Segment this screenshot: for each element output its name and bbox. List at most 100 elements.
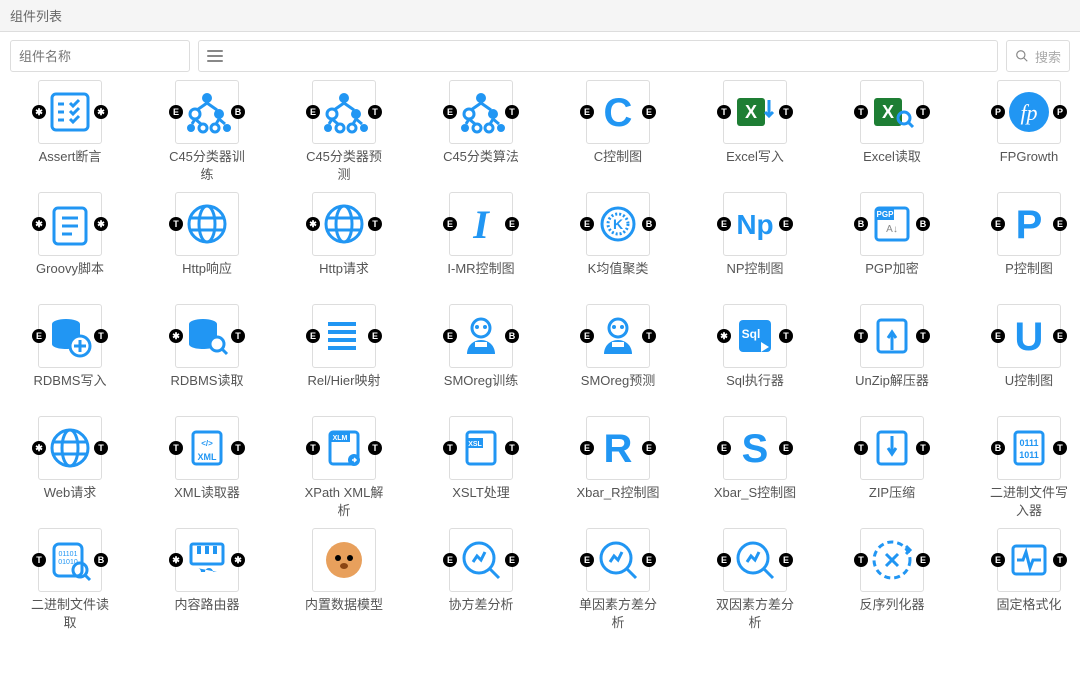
category-selector[interactable] [198,40,998,72]
component-tile[interactable]: EE [997,192,1061,256]
port-badge-right: T [368,441,382,455]
component-item[interactable]: ETC45分类器预测 [284,80,404,186]
component-tile[interactable]: ET [997,528,1061,592]
port-badge-left: E [580,105,594,119]
component-tile[interactable]: ET [312,80,376,144]
component-item[interactable]: EBSMOreg训练 [421,304,541,410]
component-tile[interactable]: EB [175,80,239,144]
pgp-icon [868,200,916,248]
component-tile[interactable] [312,528,376,592]
component-tile[interactable]: TE [860,528,924,592]
component-item[interactable]: EE双因素方差分析 [695,528,815,634]
component-tile[interactable]: EE [997,304,1061,368]
component-item[interactable]: TE反序列化器 [832,528,952,634]
component-item[interactable]: ET RDBMS写入 [10,304,130,410]
component-item[interactable]: PPFPGrowth [969,80,1080,186]
component-tile[interactable]: TT [723,80,787,144]
person-icon [594,312,642,360]
component-label: RDBMS写入 [28,372,112,410]
component-tile[interactable]: TB [38,528,102,592]
component-item[interactable]: TTExcel读取 [832,80,952,186]
component-tile[interactable]: ✱T [312,192,376,256]
port-badge-left: E [991,553,1005,567]
component-tile[interactable]: EE [723,192,787,256]
component-tile[interactable]: ✱T [175,304,239,368]
component-tile[interactable]: TT [860,80,924,144]
component-tile[interactable]: T [175,192,239,256]
component-tile[interactable]: ✱T [38,416,102,480]
component-item[interactable]: TTUnZip解压器 [832,304,952,410]
component-item[interactable]: EENP控制图 [695,192,815,298]
component-item[interactable]: EBK均值聚类 [558,192,678,298]
component-tile[interactable]: EE [586,528,650,592]
letterP-icon [1005,200,1053,248]
component-item[interactable]: ETSMOreg预测 [558,304,678,410]
component-tile[interactable]: EE [723,416,787,480]
component-item[interactable]: EE协方差分析 [421,528,541,634]
component-item[interactable]: ✱✱内容路由器 [147,528,267,634]
component-tile[interactable]: ET [449,80,513,144]
component-item[interactable]: EEC控制图 [558,80,678,186]
component-tile[interactable]: BB [860,192,924,256]
component-tile[interactable]: ✱✱ [38,80,102,144]
search-button[interactable]: 搜索 [1006,40,1070,72]
component-item[interactable]: EEI-MR控制图 [421,192,541,298]
component-item[interactable]: EERel/Hier映射 [284,304,404,410]
component-item[interactable]: THttp响应 [147,192,267,298]
component-item[interactable]: BBPGP加密 [832,192,952,298]
globe-icon [183,200,231,248]
component-tile[interactable]: BT [997,416,1061,480]
component-item[interactable]: TTXPath XML解析 [284,416,404,522]
component-tile[interactable]: EB [586,192,650,256]
port-badge-right: T [916,329,930,343]
component-tile[interactable]: PP [997,80,1061,144]
component-item[interactable]: EEXbar_S控制图 [695,416,815,522]
component-tile[interactable]: EE [586,80,650,144]
component-item[interactable]: ET固定格式化 [969,528,1080,634]
component-tile[interactable]: ✱✱ [38,192,102,256]
component-item[interactable]: TTXSLT处理 [421,416,541,522]
component-tile[interactable]: EE [312,304,376,368]
component-item[interactable]: EEP控制图 [969,192,1080,298]
component-item[interactable]: ✱TRDBMS读取 [147,304,267,410]
checklist-icon [46,88,94,136]
component-tile[interactable]: TT [175,416,239,480]
component-item[interactable]: TTExcel写入 [695,80,815,186]
port-badge-right: E [916,553,930,567]
component-tile[interactable]: EE [449,192,513,256]
component-tile[interactable]: EE [449,528,513,592]
name-filter-input[interactable] [10,40,190,72]
component-tile[interactable]: EE [586,416,650,480]
component-tile[interactable]: TT [449,416,513,480]
component-item[interactable]: ✱✱Assert断言 [10,80,130,186]
binary-search-icon [46,536,94,584]
component-item[interactable]: ETC45分类算法 [421,80,541,186]
component-tile[interactable]: ✱T [723,304,787,368]
port-badge-right: E [779,553,793,567]
component-item[interactable]: EB C45分类器训练 [147,80,267,186]
component-item[interactable]: TTZIP压缩 [832,416,952,522]
component-tile[interactable]: ET [586,304,650,368]
port-badge-right: T [779,105,793,119]
component-label: C45分类器训练 [165,148,249,186]
component-tile[interactable]: TT [860,416,924,480]
component-tile[interactable]: TT [860,304,924,368]
component-tile[interactable]: EE [723,528,787,592]
title: 组件列表 [10,9,62,24]
component-item[interactable]: ✱T Http请求 [284,192,404,298]
component-item[interactable]: 内置数据模型 [284,528,404,634]
component-label: Http请求 [302,260,386,298]
component-item[interactable]: EEXbar_R控制图 [558,416,678,522]
component-item[interactable]: ✱TWeb请求 [10,416,130,522]
component-item[interactable]: EEU控制图 [969,304,1080,410]
component-tile[interactable]: ✱✱ [175,528,239,592]
component-tile[interactable]: TT [312,416,376,480]
component-tile[interactable]: ET [38,304,102,368]
component-item[interactable]: ✱✱Groovy脚本 [10,192,130,298]
component-tile[interactable]: EB [449,304,513,368]
component-item[interactable]: TB二进制文件读取 [10,528,130,634]
component-item[interactable]: EE单因素方差分析 [558,528,678,634]
component-item[interactable]: ✱TSql执行器 [695,304,815,410]
component-item[interactable]: TTXML读取器 [147,416,267,522]
component-item[interactable]: BT二进制文件写入器 [969,416,1080,522]
